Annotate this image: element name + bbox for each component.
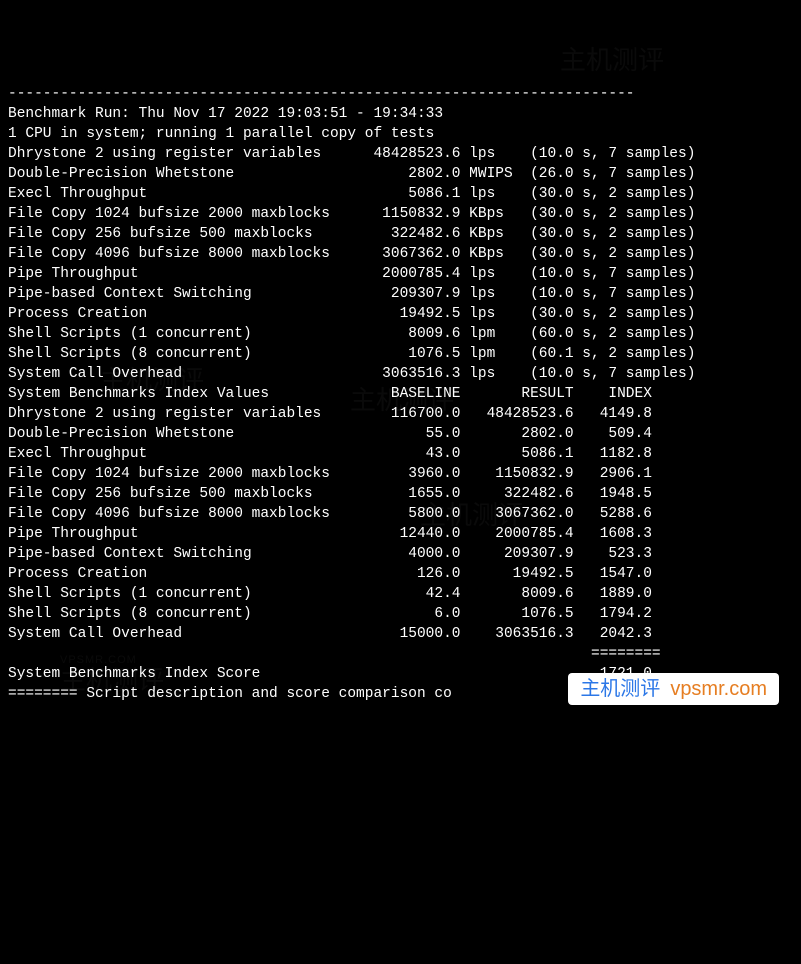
terminal-line: Shell Scripts (8 concurrent) 6.0 1076.5 … [8, 604, 793, 624]
terminal-line: Pipe Throughput 2000785.4 lps (10.0 s, 7… [8, 264, 793, 284]
terminal-line: Shell Scripts (1 concurrent) 42.4 8009.6… [8, 584, 793, 604]
terminal-line: Pipe-based Context Switching 209307.9 lp… [8, 284, 793, 304]
terminal-line: ----------------------------------------… [8, 84, 793, 104]
terminal-line: ======== [8, 644, 793, 664]
terminal-line: Process Creation 19492.5 lps (30.0 s, 2 … [8, 304, 793, 324]
terminal-line: File Copy 1024 bufsize 2000 maxblocks 11… [8, 204, 793, 224]
terminal-line: 1 CPU in system; running 1 parallel copy… [8, 124, 793, 144]
terminal-output: ----------------------------------------… [8, 84, 793, 704]
watermark-text: 主机测评 [580, 679, 660, 699]
terminal-line: File Copy 256 bufsize 500 maxblocks 1655… [8, 484, 793, 504]
bg-watermark: 主机测评 [560, 50, 664, 70]
terminal-line: File Copy 256 bufsize 500 maxblocks 3224… [8, 224, 793, 244]
terminal-line: Double-Precision Whetstone 55.0 2802.0 5… [8, 424, 793, 444]
terminal-line: Pipe-based Context Switching 4000.0 2093… [8, 544, 793, 564]
terminal-line: System Call Overhead 3063516.3 lps (10.0… [8, 364, 793, 384]
terminal-line: Shell Scripts (8 concurrent) 1076.5 lpm … [8, 344, 793, 364]
terminal-line: System Benchmarks Index Values BASELINE … [8, 384, 793, 404]
terminal-line: Execl Throughput 5086.1 lps (30.0 s, 2 s… [8, 184, 793, 204]
terminal-line: Execl Throughput 43.0 5086.1 1182.8 [8, 444, 793, 464]
terminal-line: Benchmark Run: Thu Nov 17 2022 19:03:51 … [8, 104, 793, 124]
terminal-line: Process Creation 126.0 19492.5 1547.0 [8, 564, 793, 584]
terminal-line: File Copy 4096 bufsize 8000 maxblocks 30… [8, 244, 793, 264]
terminal-line: Double-Precision Whetstone 2802.0 MWIPS … [8, 164, 793, 184]
watermark-badge: 主机测评 vpsmr.com [568, 673, 779, 705]
terminal-line: Dhrystone 2 using register variables 484… [8, 144, 793, 164]
terminal-line: File Copy 4096 bufsize 8000 maxblocks 58… [8, 504, 793, 524]
terminal-line: Shell Scripts (1 concurrent) 8009.6 lpm … [8, 324, 793, 344]
watermark-url: vpsmr.com [670, 679, 767, 699]
terminal-line: Dhrystone 2 using register variables 116… [8, 404, 793, 424]
terminal-line: Pipe Throughput 12440.0 2000785.4 1608.3 [8, 524, 793, 544]
terminal-line: System Call Overhead 15000.0 3063516.3 2… [8, 624, 793, 644]
terminal-line: File Copy 1024 bufsize 2000 maxblocks 39… [8, 464, 793, 484]
